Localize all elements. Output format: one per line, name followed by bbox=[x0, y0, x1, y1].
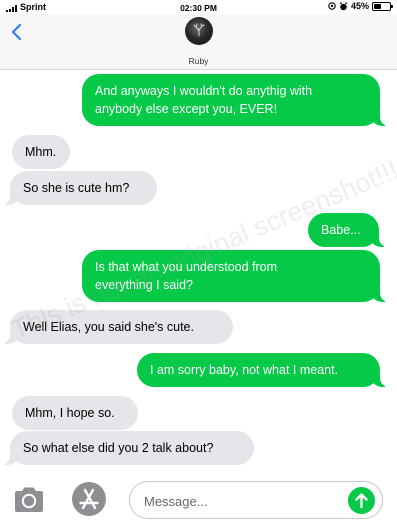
message-text: And anyways I wouldn't do anythig with an… bbox=[95, 84, 313, 116]
message-bubble-sent[interactable]: Is that what you understood from everythi… bbox=[82, 250, 390, 302]
message-text: Babe... bbox=[321, 223, 361, 237]
message-bubble-received[interactable]: Well Elias, you said she's cute. bbox=[0, 310, 233, 344]
message-bubble-sent[interactable]: And anyways I wouldn't do anythig with an… bbox=[82, 74, 390, 126]
location-icon bbox=[328, 2, 336, 10]
message-input[interactable] bbox=[144, 491, 344, 511]
message-composer[interactable] bbox=[129, 481, 383, 519]
battery-percent: 45% bbox=[350, 1, 369, 11]
app-store-glyph-icon bbox=[79, 488, 99, 510]
contact-name[interactable]: Ruby bbox=[0, 56, 397, 66]
camera-icon[interactable] bbox=[12, 484, 46, 514]
message-text: Mhm. bbox=[25, 145, 57, 159]
message-bubble-sent[interactable]: I am sorry baby, not what I meant. bbox=[137, 353, 390, 387]
conversation-header: Ruby bbox=[0, 14, 397, 70]
status-bar: Sprint 02:30 PM 45% bbox=[0, 0, 397, 14]
message-text: Well Elias, you said she's cute. bbox=[23, 320, 194, 334]
status-right-group: 45% bbox=[328, 1, 393, 11]
message-bubble-received[interactable]: Mhm. bbox=[12, 135, 70, 169]
message-bubble-received[interactable]: So what else did you 2 talk about? bbox=[0, 431, 254, 465]
contact-avatar[interactable] bbox=[185, 17, 213, 45]
send-arrow-icon bbox=[355, 493, 368, 509]
message-bubble-sent[interactable]: Babe... bbox=[308, 213, 389, 247]
message-text: So what else did you 2 talk about? bbox=[23, 441, 214, 455]
message-text: I am sorry baby, not what I meant. bbox=[150, 363, 339, 377]
avatar-tree-icon bbox=[193, 23, 205, 37]
message-bubble-received[interactable]: Mhm, I hope so. bbox=[12, 396, 138, 430]
chevron-left-icon[interactable] bbox=[9, 22, 25, 42]
message-text: Is that what you understood from everythi… bbox=[95, 260, 278, 292]
app-store-icon[interactable] bbox=[72, 482, 106, 516]
message-bubble-received[interactable]: So she is cute hm? bbox=[0, 171, 157, 205]
message-text: Mhm, I hope so. bbox=[25, 406, 115, 420]
message-text: So she is cute hm? bbox=[23, 181, 130, 195]
alarm-icon bbox=[339, 1, 348, 10]
battery-icon bbox=[372, 1, 393, 11]
send-button[interactable] bbox=[348, 487, 375, 514]
